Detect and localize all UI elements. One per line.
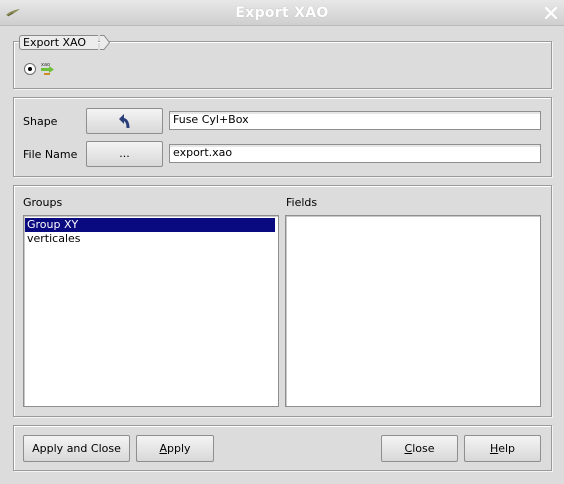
browse-file-button[interactable]: ... — [86, 141, 163, 167]
shape-value-field[interactable]: Fuse Cyl+Box — [169, 111, 541, 130]
help-mnemonic: H — [489, 442, 499, 455]
apply-button[interactable]: Apply — [136, 435, 214, 462]
apply-label-rest: pply — [167, 442, 191, 455]
curved-arrow-select-icon — [118, 114, 129, 129]
help-button[interactable]: Help — [464, 435, 541, 462]
list-item[interactable]: verticales — [25, 232, 275, 246]
mode-tab-label: Export XAO — [19, 35, 99, 50]
fields-list[interactable] — [285, 215, 541, 407]
file-name-input[interactable]: export.xao — [169, 144, 541, 163]
radio-selected-dot — [28, 67, 32, 71]
shape-label: Shape — [23, 115, 58, 128]
shape-select-button[interactable] — [86, 108, 163, 134]
window-title: Export XAO — [235, 5, 329, 21]
file-name-label: File Name — [23, 148, 78, 161]
apply-mnemonic: A — [159, 442, 167, 455]
svg-text:xao: xao — [41, 62, 50, 68]
tab-tip-shape — [100, 35, 110, 50]
help-label-rest: elp — [498, 442, 516, 455]
fields-label: Fields — [286, 196, 318, 209]
list-item[interactable]: Group XY — [25, 218, 275, 232]
xao-export-icon: xao — [41, 62, 54, 75]
close-label-rest: lose — [412, 442, 435, 455]
apply-and-close-button[interactable]: Apply and Close — [23, 435, 130, 462]
close-window-icon[interactable] — [542, 4, 560, 22]
groups-label: Groups — [23, 196, 63, 209]
close-button[interactable]: Close — [381, 435, 458, 462]
